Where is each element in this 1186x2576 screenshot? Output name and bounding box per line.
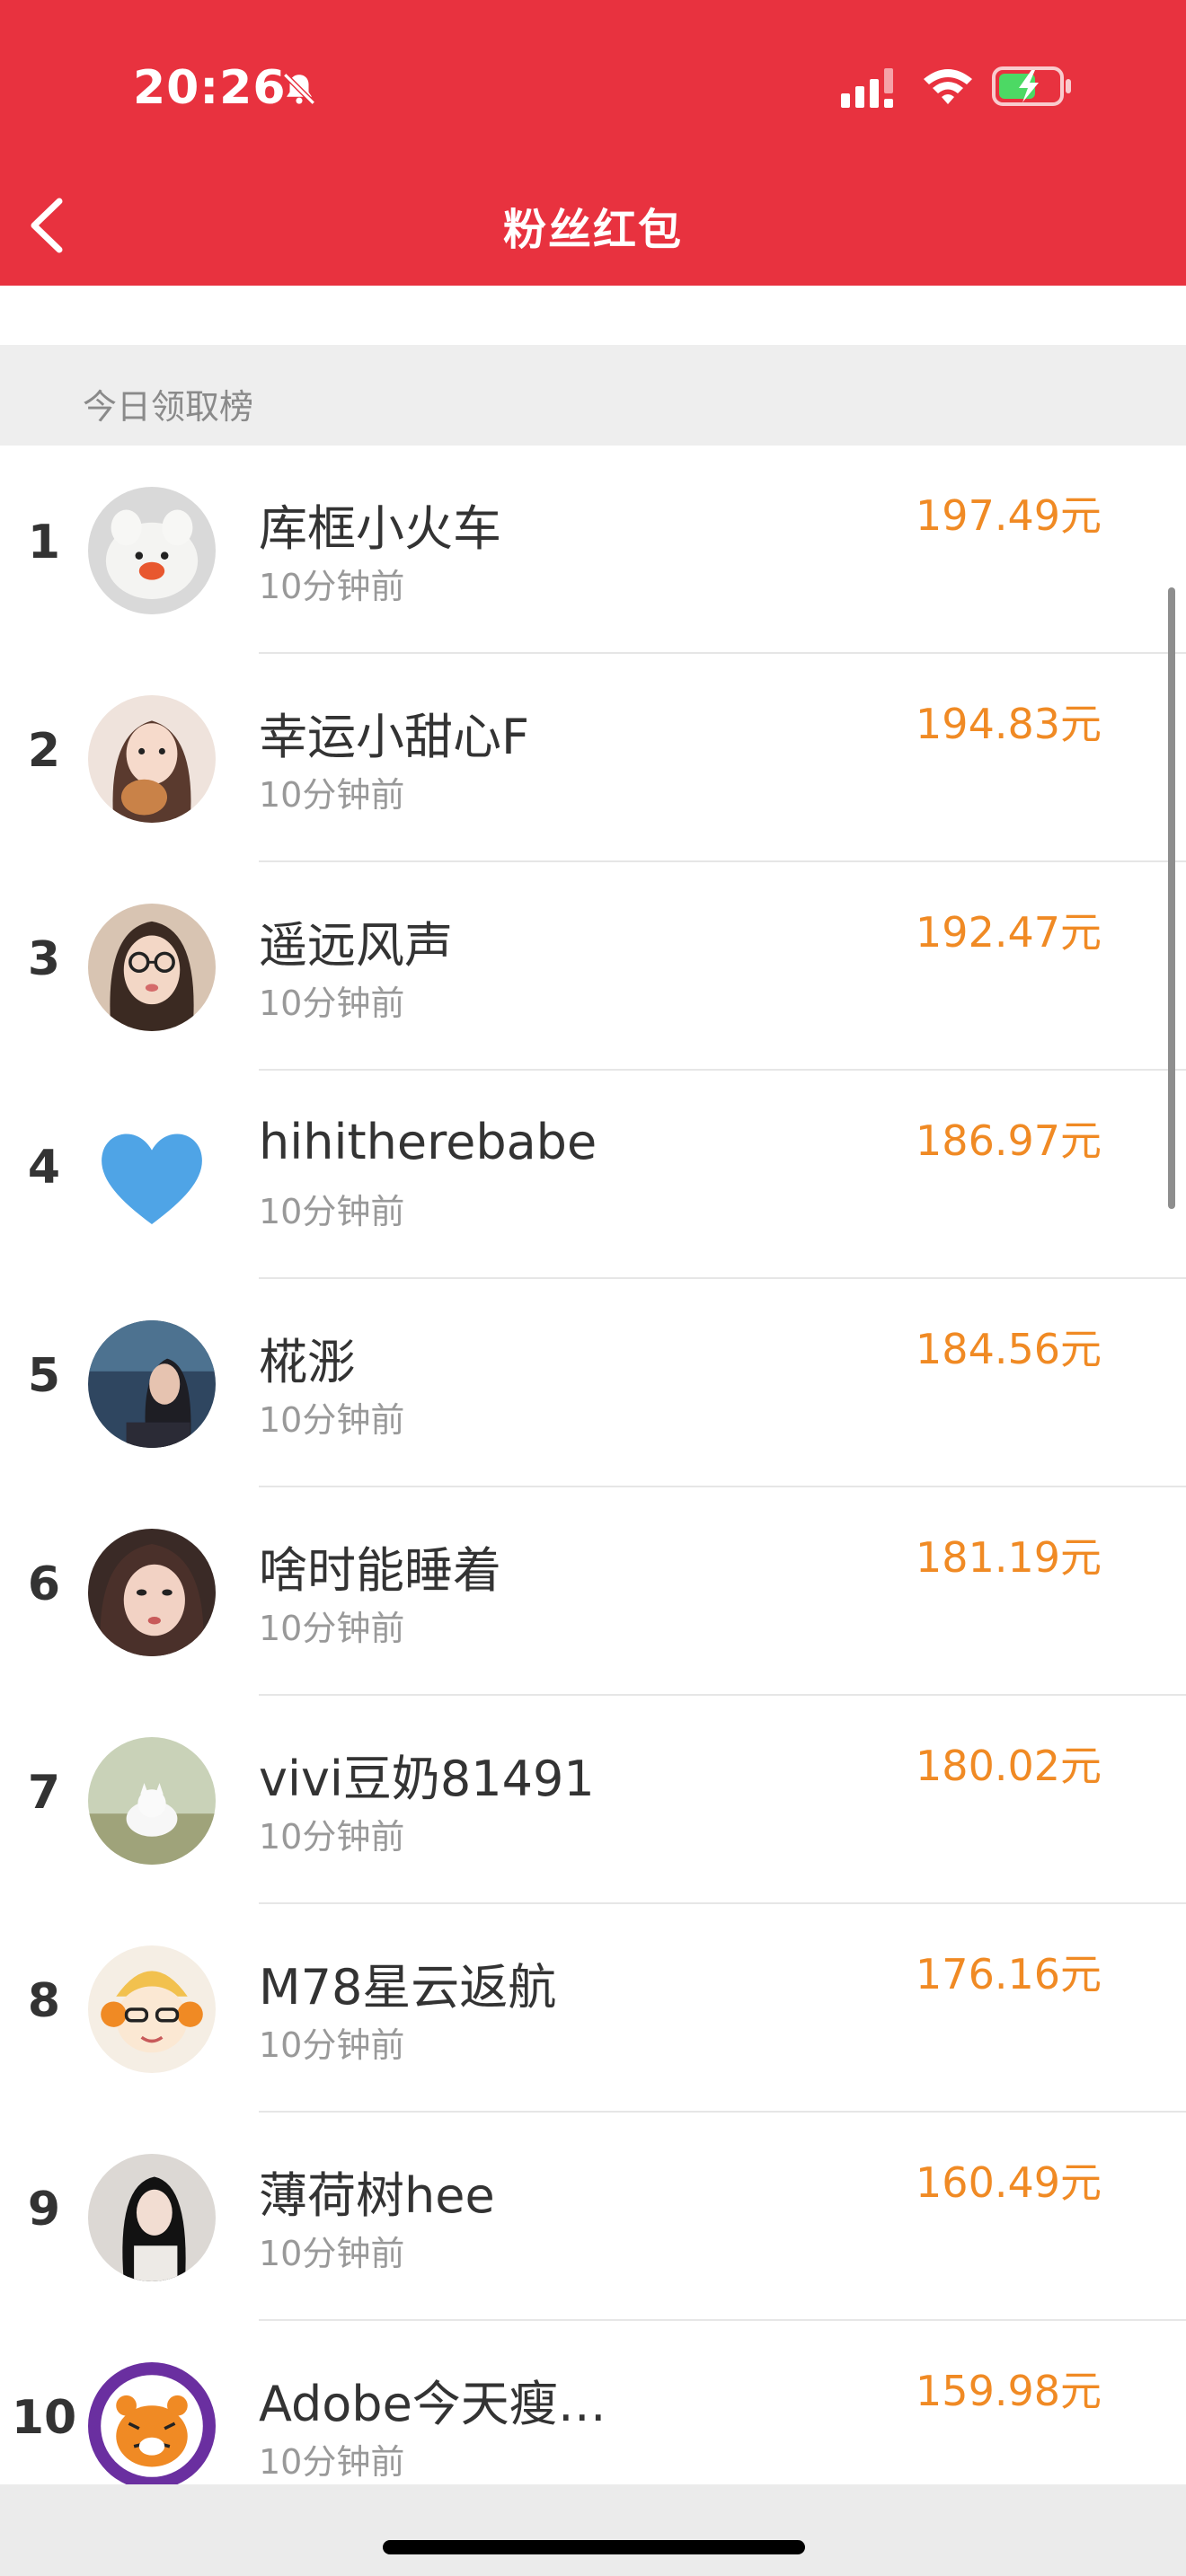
claim-time: 10分钟前 <box>259 1400 405 1440</box>
avatar[interactable] <box>88 1737 216 1865</box>
list-item[interactable]: 9 薄荷树hee 10分钟前 160.49元 <box>0 2113 1186 2321</box>
rank-number: 10 <box>11 2391 77 2445</box>
section-title: 今日领取榜 <box>83 387 254 427</box>
list-item[interactable]: 5 椛浵 10分钟前 184.56元 <box>0 1279 1186 1487</box>
avatar[interactable] <box>88 2362 216 2490</box>
avatar[interactable] <box>88 904 216 1031</box>
claim-amount: 181.19元 <box>916 1533 1102 1582</box>
claim-amount: 180.02元 <box>916 1742 1102 1790</box>
claim-amount: 159.98元 <box>916 2367 1102 2415</box>
rank-number: 9 <box>27 2183 61 2236</box>
avatar[interactable] <box>88 1112 216 1239</box>
avatar[interactable] <box>88 1529 216 1656</box>
user-name: 椛浵 <box>259 1334 356 1390</box>
user-name: 薄荷树hee <box>259 2167 495 2224</box>
home-indicator[interactable] <box>383 2540 805 2554</box>
avatar[interactable] <box>88 2154 216 2281</box>
top-spacer <box>0 286 1186 345</box>
rank-number: 4 <box>27 1141 61 1195</box>
claim-amount: 197.49元 <box>916 491 1102 540</box>
claim-amount: 184.56元 <box>916 1325 1102 1373</box>
claim-time: 10分钟前 <box>259 567 405 606</box>
claim-amount: 160.49元 <box>916 2158 1102 2207</box>
rank-number: 8 <box>27 1974 61 2028</box>
claim-time: 10分钟前 <box>259 1192 405 1231</box>
user-name: vivi豆奶81491 <box>259 1751 595 1807</box>
claim-time: 10分钟前 <box>259 775 405 815</box>
claim-time: 10分钟前 <box>259 1609 405 1648</box>
battery-charging-icon <box>992 66 1071 106</box>
rank-number: 3 <box>27 932 61 986</box>
user-name: 库框小火车 <box>259 500 501 557</box>
bottom-safe-area <box>0 2484 1186 2576</box>
rank-number: 7 <box>27 1766 61 1820</box>
rank-number: 1 <box>27 516 61 569</box>
list-item[interactable]: 7 vivi豆奶81491 10分钟前 180.02元 <box>0 1696 1186 1904</box>
user-name: hihitherebabe <box>259 1114 597 1170</box>
bell-off-icon <box>283 73 315 105</box>
app-header: 20:26 粉丝红包 <box>0 0 1186 286</box>
user-name: 遥远风声 <box>259 917 453 974</box>
claim-amount: 192.47元 <box>916 908 1102 957</box>
avatar[interactable] <box>88 1320 216 1448</box>
claim-time: 10分钟前 <box>259 984 405 1023</box>
claim-time: 10分钟前 <box>259 2234 405 2273</box>
scrollbar[interactable] <box>1168 587 1175 1209</box>
claim-time: 10分钟前 <box>259 2025 405 2065</box>
claim-amount: 194.83元 <box>916 700 1102 748</box>
leaderboard-list: 1 库框小火车 10分钟前 197.49元 2 幸运小甜心F 10分钟前 194… <box>0 446 1186 2529</box>
list-item[interactable]: 1 库框小火车 10分钟前 197.49元 <box>0 446 1186 654</box>
wifi-icon <box>924 69 972 104</box>
avatar[interactable] <box>88 695 216 823</box>
user-name: M78星云返航 <box>259 1959 557 2016</box>
claim-time: 10分钟前 <box>259 1817 405 1857</box>
cellular-signal-icon <box>841 68 893 108</box>
avatar[interactable] <box>88 487 216 614</box>
claim-time: 10分钟前 <box>259 2442 405 2482</box>
user-name: 啥时能睡着 <box>259 1542 501 1599</box>
claim-amount: 176.16元 <box>916 1950 1102 1998</box>
list-item[interactable]: 8 M78星云返航 10分钟前 176.16元 <box>0 1904 1186 2113</box>
avatar[interactable] <box>88 1945 216 2073</box>
rank-number: 6 <box>27 1557 61 1611</box>
page-title: 粉丝红包 <box>502 205 683 255</box>
rank-number: 5 <box>27 1349 61 1403</box>
claim-amount: 186.97元 <box>916 1116 1102 1165</box>
list-item[interactable]: 3 遥远风声 10分钟前 192.47元 <box>0 862 1186 1071</box>
list-item[interactable]: 4 hihitherebabe 10分钟前 186.97元 <box>0 1071 1186 1279</box>
rank-number: 2 <box>27 724 61 778</box>
user-name: Adobe今天瘦… <box>259 2376 606 2432</box>
status-time: 20:26 <box>133 61 287 115</box>
user-name: 幸运小甜心F <box>259 709 530 765</box>
list-item[interactable]: 6 啥时能睡着 10分钟前 181.19元 <box>0 1487 1186 1696</box>
list-item[interactable]: 2 幸运小甜心F 10分钟前 194.83元 <box>0 654 1186 862</box>
